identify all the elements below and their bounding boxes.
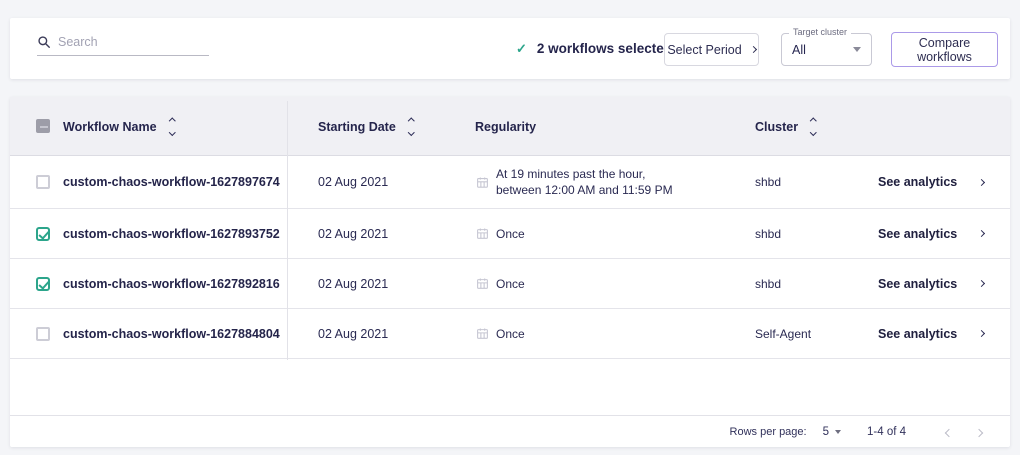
select-period-label: Select Period bbox=[667, 43, 741, 57]
row-checkbox[interactable] bbox=[36, 227, 50, 241]
calendar-icon bbox=[476, 327, 489, 340]
sort-up-icon bbox=[408, 118, 414, 124]
see-analytics-label: See analytics bbox=[878, 175, 957, 189]
table-row: custom-chaos-workflow-1627893752 02 Aug … bbox=[10, 209, 1010, 259]
toolbar: ✓ 2 workflows selected Select Period Tar… bbox=[10, 18, 1010, 79]
chevron-right-icon bbox=[750, 46, 757, 53]
dropdown-caret-icon bbox=[853, 47, 861, 52]
row-checkbox[interactable] bbox=[36, 175, 50, 189]
chevron-right-icon bbox=[978, 230, 985, 237]
search-input[interactable] bbox=[58, 35, 198, 49]
chevron-right-icon bbox=[978, 330, 985, 337]
previous-page-button[interactable] bbox=[934, 423, 964, 440]
starting-date: 02 Aug 2021 bbox=[318, 277, 388, 291]
target-cluster-label: Target cluster bbox=[789, 27, 851, 37]
table-row: custom-chaos-workflow-1627884804 02 Aug … bbox=[10, 309, 1010, 359]
see-analytics-link[interactable]: See analytics bbox=[878, 327, 984, 341]
sort-up-icon bbox=[810, 118, 816, 124]
see-analytics-link[interactable]: See analytics bbox=[878, 175, 984, 189]
see-analytics-link[interactable]: See analytics bbox=[878, 277, 984, 291]
column-header-starting-date: Starting Date bbox=[318, 120, 396, 134]
see-analytics-link[interactable]: See analytics bbox=[878, 227, 984, 241]
column-divider bbox=[287, 101, 288, 360]
see-analytics-label: See analytics bbox=[878, 227, 957, 241]
chevron-left-icon bbox=[945, 429, 953, 437]
cluster-name: Self-Agent bbox=[755, 327, 811, 341]
rows-per-page-value: 5 bbox=[823, 426, 829, 438]
compare-workflows-label: Compare workflows bbox=[892, 36, 997, 64]
regularity-cell: Once bbox=[476, 225, 525, 241]
calendar-icon bbox=[476, 227, 489, 240]
pagination-range: 1-4 of 4 bbox=[867, 426, 906, 438]
select-period-button[interactable]: Select Period bbox=[664, 33, 759, 66]
target-cluster-value: All bbox=[792, 43, 806, 57]
cluster-name: shbd bbox=[755, 277, 781, 291]
sort-workflow-name[interactable] bbox=[170, 119, 175, 135]
row-checkbox[interactable] bbox=[36, 327, 50, 341]
column-header-workflow-name: Workflow Name bbox=[63, 120, 157, 134]
workflow-name: custom-chaos-workflow-1627893752 bbox=[63, 227, 280, 241]
regularity-line1: At 19 minutes past the hour, bbox=[496, 166, 673, 182]
sort-starting-date[interactable] bbox=[409, 119, 414, 135]
cluster-name: shbd bbox=[755, 175, 781, 189]
sort-down-icon bbox=[810, 129, 816, 135]
workflows-table: Workflow Name Starting Date Regularity C… bbox=[10, 97, 1010, 447]
workflow-name: custom-chaos-workflow-1627892816 bbox=[63, 277, 280, 291]
table-header: Workflow Name Starting Date Regularity C… bbox=[10, 97, 1010, 156]
search-icon bbox=[37, 35, 51, 49]
regularity-cell: At 19 minutes past the hour, between 12:… bbox=[476, 166, 673, 198]
sort-cluster[interactable] bbox=[811, 119, 816, 135]
regularity-line1: Once bbox=[496, 275, 525, 291]
chevron-right-icon bbox=[978, 280, 985, 287]
pagination-bar: Rows per page: 5 1-4 of 4 bbox=[10, 415, 1010, 447]
starting-date: 02 Aug 2021 bbox=[318, 175, 388, 189]
sort-down-icon bbox=[408, 129, 414, 135]
rows-per-page-select[interactable]: 5 bbox=[823, 426, 841, 438]
rows-per-page-label: Rows per page: bbox=[730, 426, 807, 438]
sort-down-icon bbox=[169, 129, 175, 135]
selection-summary: ✓ 2 workflows selected bbox=[516, 18, 672, 79]
chevron-right-icon bbox=[975, 429, 983, 437]
regularity-line1: Once bbox=[496, 225, 525, 241]
check-icon: ✓ bbox=[516, 41, 527, 57]
select-all-checkbox[interactable] bbox=[36, 119, 50, 133]
see-analytics-label: See analytics bbox=[878, 277, 957, 291]
column-header-regularity: Regularity bbox=[475, 120, 536, 134]
table-row: custom-chaos-workflow-1627897674 02 Aug … bbox=[10, 156, 1010, 209]
workflows-selected-text: 2 workflows selected bbox=[537, 41, 672, 56]
starting-date: 02 Aug 2021 bbox=[318, 327, 388, 341]
search-field[interactable] bbox=[37, 35, 209, 56]
table-row: custom-chaos-workflow-1627892816 02 Aug … bbox=[10, 259, 1010, 309]
table-body: custom-chaos-workflow-1627897674 02 Aug … bbox=[10, 156, 1010, 359]
column-header-cluster: Cluster bbox=[755, 120, 798, 134]
workflow-name: custom-chaos-workflow-1627884804 bbox=[63, 327, 280, 341]
cluster-name: shbd bbox=[755, 227, 781, 241]
regularity-cell: Once bbox=[476, 325, 525, 341]
calendar-icon bbox=[476, 277, 489, 290]
target-cluster-select[interactable]: Target cluster All bbox=[781, 33, 872, 66]
calendar-icon bbox=[476, 176, 489, 189]
chevron-right-icon bbox=[978, 178, 985, 185]
regularity-line1: Once bbox=[496, 325, 525, 341]
see-analytics-label: See analytics bbox=[878, 327, 957, 341]
row-checkbox[interactable] bbox=[36, 277, 50, 291]
regularity-line2: between 12:00 AM and 11:59 PM bbox=[496, 182, 673, 198]
dropdown-caret-icon bbox=[835, 430, 841, 434]
starting-date: 02 Aug 2021 bbox=[318, 227, 388, 241]
regularity-cell: Once bbox=[476, 275, 525, 291]
next-page-button[interactable] bbox=[964, 423, 994, 440]
compare-workflows-button[interactable]: Compare workflows bbox=[891, 32, 998, 67]
sort-up-icon bbox=[169, 118, 175, 124]
workflow-name: custom-chaos-workflow-1627897674 bbox=[63, 175, 280, 189]
